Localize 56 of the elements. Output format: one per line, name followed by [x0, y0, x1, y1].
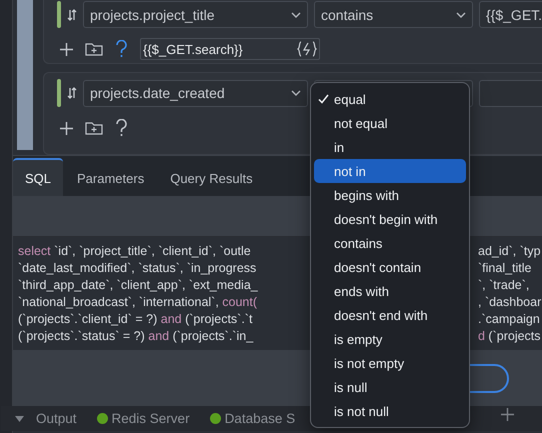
- menu-item[interactable]: equal: [314, 87, 466, 111]
- code-line: ad_id`, `typ: [478, 243, 542, 260]
- code-line: , `dashboar: [478, 294, 542, 311]
- operator-select[interactable]: contains: [314, 1, 473, 28]
- status-item[interactable]: Redis Server: [96, 411, 190, 426]
- sort-icon[interactable]: [67, 87, 77, 99]
- menu-item[interactable]: is not empty: [314, 351, 466, 375]
- scrollbar[interactable]: [17, 0, 33, 150]
- code-line: `national_broadcast`, `international`, count(: [18, 294, 258, 311]
- menu-item[interactable]: is empty: [314, 327, 466, 351]
- code-line: (`projects`.`status` = ?) and (`projects`.`in_: [18, 328, 254, 345]
- menu-item[interactable]: not in: [314, 159, 466, 183]
- menu-item[interactable]: begins with: [314, 183, 466, 207]
- menu-item[interactable]: doesn't contain: [314, 255, 466, 279]
- menu-item[interactable]: contains: [314, 231, 466, 255]
- value-field[interactable]: [479, 80, 542, 106]
- add-icon[interactable]: [60, 122, 73, 134]
- folder-plus-icon[interactable]: [85, 121, 103, 135]
- add-icon[interactable]: [60, 42, 73, 56]
- code-line: .`campaign: [478, 311, 541, 328]
- status-item[interactable]: Output: [1, 411, 77, 426]
- value-input[interactable]: {{$_GET.search}}: [140, 38, 320, 60]
- menu-item[interactable]: ends with: [314, 279, 466, 303]
- code-line: `date_last_modified`, `status`, `in_progress: [18, 260, 258, 277]
- value-field[interactable]: {{$_GET.: [479, 1, 542, 28]
- chevron-down-icon: [456, 12, 466, 18]
- field-select[interactable]: projects.date_created: [83, 80, 308, 106]
- chevron-down-icon: [291, 90, 301, 96]
- code-line: `final_title: [478, 260, 532, 277]
- menu-item[interactable]: is not null: [314, 399, 466, 423]
- curly-bolt-icon[interactable]: [297, 41, 317, 57]
- sort-icon[interactable]: [67, 8, 77, 20]
- folder-plus-icon[interactable]: [85, 42, 103, 56]
- tab[interactable]: Parameters: [65, 158, 156, 196]
- code-line: d (`projects: [478, 328, 542, 345]
- code-line: `, `trade`,: [478, 277, 530, 294]
- condition-accent: [57, 1, 61, 28]
- menu-item[interactable]: doesn't end with: [314, 303, 466, 327]
- menu-item[interactable]: doesn't begin with: [314, 207, 466, 231]
- code-line: (`projects`.`client_id` = ?) and (`projects`.`t: [18, 311, 254, 328]
- menu-item[interactable]: not equal: [314, 111, 466, 135]
- code-line: select `id`, `project_title`, `client_id`, `outle: [18, 243, 252, 260]
- question-icon[interactable]: [115, 119, 128, 137]
- check-icon: [318, 94, 329, 104]
- code-line: `third_app_date`, `client_app`, `ext_media_: [18, 277, 259, 294]
- condition-accent: [57, 79, 61, 107]
- caret-icon: [15, 416, 24, 422]
- field-select[interactable]: projects.project_title: [83, 1, 308, 28]
- menu-item[interactable]: in: [314, 135, 466, 159]
- tab[interactable]: SQL: [13, 158, 64, 196]
- tab[interactable]: Query Results: [158, 158, 265, 196]
- status-item[interactable]: Database S: [210, 411, 296, 426]
- add-icon[interactable]: [501, 408, 514, 424]
- question-icon[interactable]: [115, 40, 128, 58]
- chevron-down-icon: [291, 12, 301, 18]
- menu-item[interactable]: is null: [314, 375, 466, 399]
